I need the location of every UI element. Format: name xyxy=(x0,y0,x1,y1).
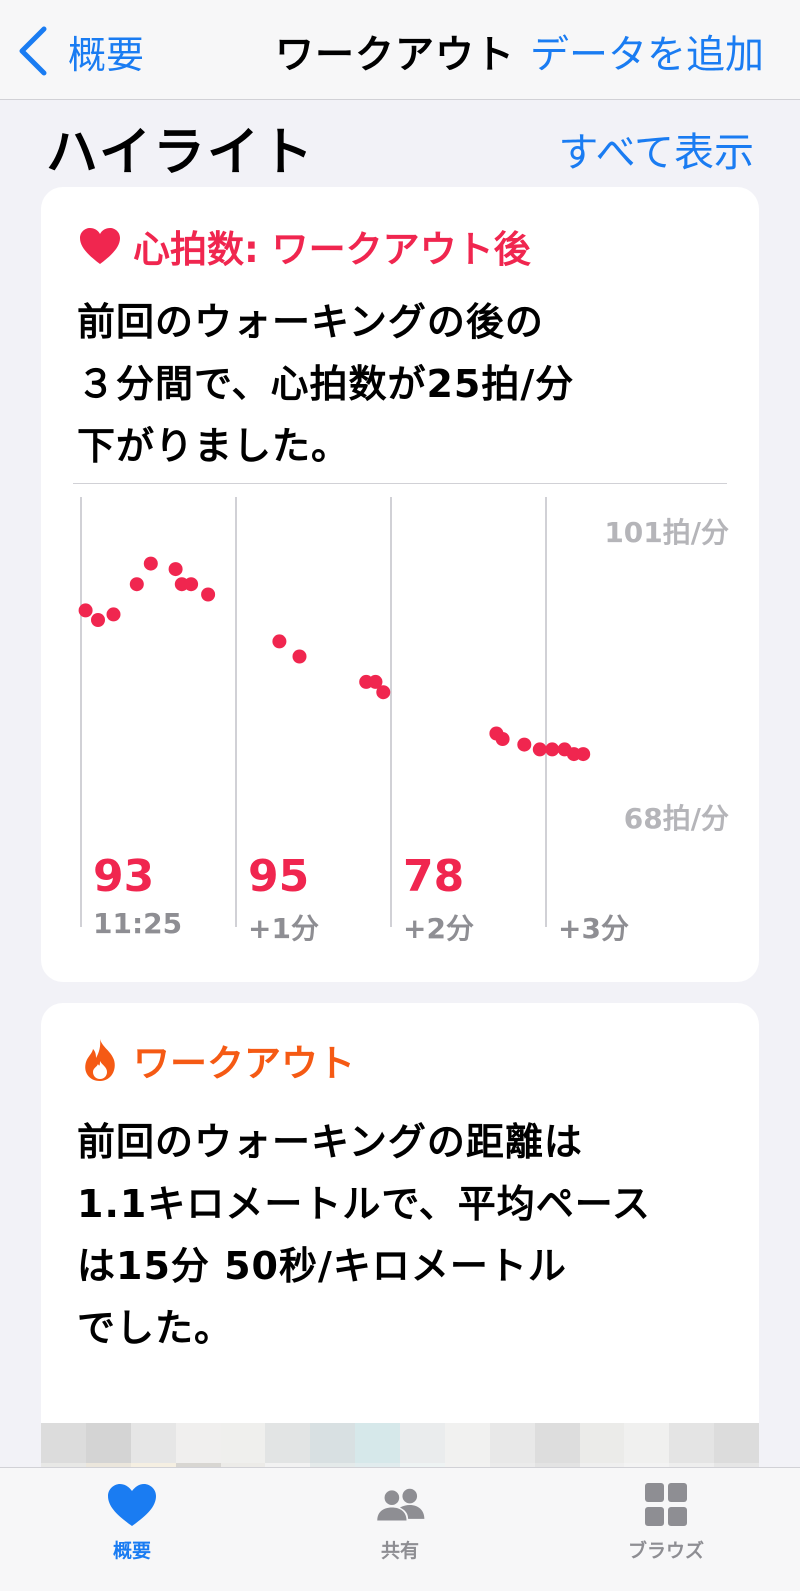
tab-browse[interactable]: ブラウズ xyxy=(596,1482,736,1563)
heart-rate-highlight-card[interactable]: 心拍数: ワークアウト後 前回のウォーキングの後の ３分間で、心拍数が25拍/分… xyxy=(41,187,759,982)
preview-tile xyxy=(579,1423,625,1463)
heart-rate-point xyxy=(91,613,105,627)
preview-tile xyxy=(130,1423,176,1463)
divider xyxy=(73,483,727,484)
preview-tile xyxy=(220,1423,266,1463)
body-line: 下がりました。 xyxy=(77,424,351,468)
preview-tile xyxy=(175,1423,221,1463)
tab-label: 共有 xyxy=(380,1540,419,1562)
heart-rate-point xyxy=(532,742,547,757)
body-line: は15分 50秒/キロメートル xyxy=(77,1244,567,1288)
tab-bar: 概要 共有 ブラウズ xyxy=(0,1467,800,1591)
column-value: 95 xyxy=(248,851,310,902)
preview-tile xyxy=(400,1423,445,1463)
card-header: ワークアウト xyxy=(77,1033,355,1087)
heart-rate-point xyxy=(495,732,510,746)
tab-summary[interactable]: 概要 xyxy=(62,1482,202,1563)
section-title: ハイライト xyxy=(46,123,315,183)
heart-rate-point xyxy=(129,577,144,592)
chevron-left-icon xyxy=(19,26,47,76)
heart-rate-chart: 101拍/分 68拍/分 93 11:25 95 +1分 78 +2分 +3分 xyxy=(41,497,759,967)
card-title: 心拍数: ワークアウト後 xyxy=(133,228,531,271)
heart-rate-point xyxy=(201,587,216,602)
preview-tile xyxy=(669,1423,715,1463)
workout-highlight-card[interactable]: ワークアウト 前回のウォーキングの距離は 1.1キロメートルで、平均ペース は1… xyxy=(41,1003,759,1503)
body-line: ３分間で、心拍数が25拍/分 xyxy=(77,362,575,406)
heart-rate-point xyxy=(517,737,532,752)
column-time: +1分 xyxy=(248,912,319,945)
preview-tile xyxy=(355,1423,400,1463)
heart-rate-point xyxy=(545,742,560,757)
card-body: 前回のウォーキングの距離は 1.1キロメートルで、平均ペース は15分 50秒/… xyxy=(77,1111,727,1359)
people-icon xyxy=(377,1488,425,1521)
heart-rate-point xyxy=(272,634,287,649)
nav-bar: 概要 ワークアウト データを追加 xyxy=(0,0,800,100)
heart-icon xyxy=(77,224,123,268)
preview-tile xyxy=(85,1423,131,1463)
body-line: でした。 xyxy=(77,1306,234,1350)
back-button[interactable]: 概要 xyxy=(16,20,144,82)
heart-icon xyxy=(108,1484,156,1526)
heart-rate-point xyxy=(143,556,158,571)
preview-tile xyxy=(489,1423,535,1463)
heart-rate-point xyxy=(184,577,199,592)
card-body: 前回のウォーキングの後の ３分間で、心拍数が25拍/分 下がりました。 xyxy=(77,291,727,477)
column-time: +2分 xyxy=(403,912,474,945)
preview-tile xyxy=(310,1423,356,1463)
column-value: 78 xyxy=(403,851,465,902)
body-line: 1.1キロメートルで、平均ペース xyxy=(77,1182,651,1226)
grid-icon xyxy=(645,1483,687,1526)
tab-label: ブラウズ xyxy=(627,1540,704,1562)
flame-icon xyxy=(77,1038,123,1082)
heart-rate-point xyxy=(576,747,591,762)
heart-rate-point xyxy=(292,649,307,664)
column-value: 93 xyxy=(93,851,155,902)
heart-rate-point xyxy=(168,562,183,577)
body-line: 前回のウォーキングの距離は xyxy=(77,1120,583,1164)
y-min-label: 68拍/分 xyxy=(623,802,729,835)
nav-title: ワークアウト xyxy=(275,33,516,78)
heart-rate-point xyxy=(106,607,121,622)
preview-tile xyxy=(265,1423,311,1463)
heart-rate-point xyxy=(78,603,93,618)
preview-tile xyxy=(624,1423,670,1463)
add-data-button[interactable]: データを追加 xyxy=(530,24,764,80)
see-all-link[interactable]: すべて表示 xyxy=(558,120,754,178)
body-line: 前回のウォーキングの後の xyxy=(77,300,544,344)
back-button-label: 概要 xyxy=(68,32,145,77)
tab-sharing[interactable]: 共有 xyxy=(330,1482,470,1563)
column-time: +3分 xyxy=(558,912,629,945)
card-title: ワークアウト xyxy=(133,1042,355,1085)
column-time: 11:25 xyxy=(93,907,183,940)
tab-label: 概要 xyxy=(112,1540,151,1562)
heart-rate-point xyxy=(376,685,391,700)
card-header: 心拍数: ワークアウト後 xyxy=(77,219,531,273)
y-max-label: 101拍/分 xyxy=(604,516,729,549)
preview-tile xyxy=(534,1423,580,1463)
preview-tile xyxy=(41,1423,86,1463)
preview-tile xyxy=(444,1423,490,1463)
preview-tile xyxy=(714,1423,759,1463)
